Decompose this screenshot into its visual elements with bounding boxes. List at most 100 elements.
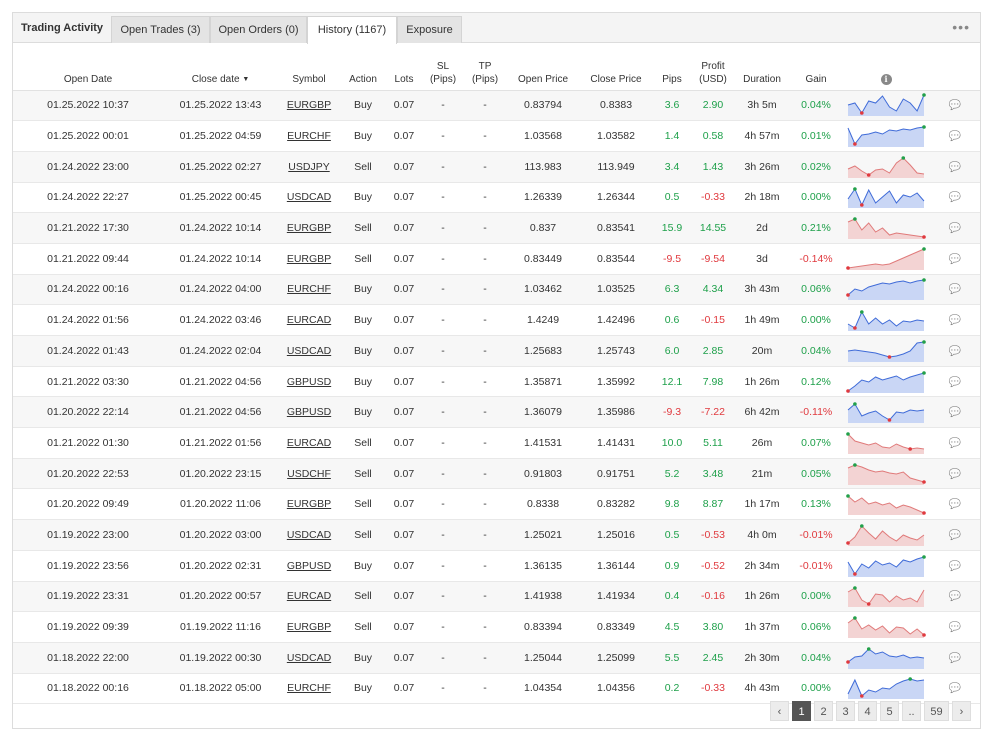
symbol-link-text[interactable]: USDCAD [287,191,331,203]
table-row[interactable]: 01.24.2022 23:00 01.25.2022 02:27 USDJPY Se… [13,151,980,183]
symbol-link[interactable]: EURCAD [278,304,340,336]
table-row[interactable]: 01.21.2022 03:30 01.21.2022 04:56 GBPUSD Bu… [13,366,980,398]
comment-icon[interactable]: 💬 [949,438,961,449]
pagination-page-2[interactable]: 2 [814,701,833,721]
symbol-link[interactable]: GBPUSD [278,550,340,582]
symbol-link-text[interactable]: USDCAD [287,529,331,541]
table-row[interactable]: 01.18.2022 00:16 01.18.2022 05:00 EURCHF Bu… [13,673,980,705]
symbol-link[interactable]: EURCHF [278,274,340,306]
symbol-link[interactable]: USDJPY [278,151,340,183]
table-row[interactable]: 01.19.2022 23:31 01.20.2022 00:57 EURCAD Se… [13,581,980,613]
table-row[interactable]: 01.25.2022 00:01 01.25.2022 04:59 EURCHF Bu… [13,120,980,152]
tab-history[interactable]: History (1167) [307,16,397,44]
comment-icon[interactable]: 💬 [949,653,961,664]
tab-open-trades[interactable]: Open Trades (3) [111,16,210,43]
comment-icon[interactable]: 💬 [949,131,961,142]
comment-icon[interactable]: 💬 [949,469,961,480]
table-row[interactable]: 01.19.2022 23:56 01.20.2022 02:31 GBPUSD Bu… [13,550,980,582]
symbol-link[interactable]: EURCAD [278,427,340,459]
comment-icon[interactable]: 💬 [949,561,961,572]
symbol-link-text[interactable]: EURCHF [287,283,331,295]
comment-icon[interactable]: 💬 [949,315,961,326]
symbol-link[interactable]: USDCHF [278,458,340,490]
table-row[interactable]: 01.21.2022 17:30 01.24.2022 10:14 EURGBP Se… [13,212,980,244]
col-close-date[interactable]: Close date ▼ [163,44,278,91]
symbol-link-text[interactable]: EURCHF [287,130,331,142]
table-row[interactable]: 01.24.2022 00:16 01.24.2022 04:00 EURCHF Bu… [13,274,980,306]
symbol-link[interactable]: EURGBP [278,243,340,275]
col-profit[interactable]: Profit (USD) [692,44,734,91]
pagination-page-3[interactable]: 3 [836,701,855,721]
table-row[interactable]: 01.25.2022 10:37 01.25.2022 13:43 EURGBP Bu… [13,90,980,122]
symbol-link-text[interactable]: USDCAD [287,345,331,357]
symbol-link[interactable]: EURGBP [278,488,340,521]
symbol-link[interactable]: EURCHF [278,673,340,705]
symbol-link-text[interactable]: EURGBP [287,498,331,510]
symbol-link-text[interactable]: EURCHF [287,682,331,694]
comment-icon[interactable]: 💬 [949,162,961,173]
comment-icon[interactable]: 💬 [949,223,961,234]
comment-icon[interactable]: 💬 [949,346,961,357]
symbol-link[interactable]: EURCHF [278,120,340,152]
symbol-link-text[interactable]: GBPUSD [287,560,331,572]
col-lots[interactable]: Lots [386,44,422,91]
pagination-next-button[interactable]: › [952,701,971,721]
comment-icon[interactable]: 💬 [949,192,961,203]
symbol-link-text[interactable]: USDCHF [287,468,331,480]
table-row[interactable]: 01.20.2022 22:14 01.21.2022 04:56 GBPUSD Bu… [13,396,980,429]
pagination-prev-button[interactable]: ‹ [770,701,789,721]
col-sl[interactable]: SL (Pips) [422,44,464,91]
col-open-date[interactable]: Open Date [13,44,163,91]
symbol-link-text[interactable]: EURCAD [287,437,331,449]
info-icon[interactable]: i [880,73,892,85]
comment-icon[interactable]: 💬 [949,591,961,602]
pagination-page-last[interactable]: 59 [924,701,949,721]
symbol-link-text[interactable]: EURCAD [287,590,331,602]
table-row[interactable]: 01.19.2022 09:39 01.19.2022 11:16 EURGBP Se… [13,611,980,643]
symbol-link[interactable]: GBPUSD [278,396,340,429]
comment-icon[interactable]: 💬 [949,254,961,265]
table-row[interactable]: 01.20.2022 22:53 01.20.2022 23:15 USDCHF Se… [13,458,980,490]
symbol-link[interactable]: USDCAD [278,519,340,551]
symbol-link-text[interactable]: GBPUSD [287,376,331,388]
more-menu-icon[interactable]: ••• [952,19,970,35]
col-open-price[interactable]: Open Price [506,44,580,91]
comment-icon[interactable]: 💬 [949,499,961,510]
comment-icon[interactable]: 💬 [949,100,961,111]
col-pips[interactable]: Pips [652,44,692,91]
symbol-link-text[interactable]: GBPUSD [287,406,331,418]
comment-icon[interactable]: 💬 [949,622,961,633]
table-row[interactable]: 01.19.2022 23:00 01.20.2022 03:00 USDCAD Se… [13,519,980,551]
symbol-link[interactable]: EURGBP [278,212,340,244]
col-close-price[interactable]: Close Price [580,44,652,91]
col-symbol[interactable]: Symbol [278,44,340,91]
table-row[interactable]: 01.24.2022 22:27 01.25.2022 00:45 USDCAD Bu… [13,182,980,214]
symbol-link[interactable]: EURGBP [278,611,340,643]
table-row[interactable]: 01.21.2022 09:44 01.24.2022 10:14 EURGBP Se… [13,243,980,275]
symbol-link-text[interactable]: USDJPY [288,161,329,173]
comment-icon[interactable]: 💬 [949,683,961,694]
symbol-link[interactable]: USDCAD [278,642,340,674]
comment-icon[interactable]: 💬 [949,407,961,418]
col-duration[interactable]: Duration [734,44,790,91]
table-row[interactable]: 01.21.2022 01:30 01.21.2022 01:56 EURCAD Se… [13,427,980,459]
symbol-link[interactable]: EURGBP [278,90,340,122]
symbol-link[interactable]: EURCAD [278,581,340,613]
symbol-link-text[interactable]: EURGBP [287,253,331,265]
symbol-link[interactable]: USDCAD [278,182,340,214]
tab-open-orders[interactable]: Open Orders (0) [210,16,307,43]
symbol-link-text[interactable]: USDCAD [287,652,331,664]
table-row[interactable]: 01.24.2022 01:56 01.24.2022 03:46 EURCAD Bu… [13,304,980,336]
comment-icon[interactable]: 💬 [949,284,961,295]
col-gain[interactable]: Gain [790,44,842,91]
tab-exposure[interactable]: Exposure [397,16,462,43]
symbol-link-text[interactable]: EURCAD [287,314,331,326]
table-row[interactable]: 01.20.2022 09:49 01.20.2022 11:06 EURGBP Se… [13,488,980,521]
symbol-link-text[interactable]: EURGBP [287,621,331,633]
col-tp[interactable]: TP (Pips) [464,44,506,91]
symbol-link[interactable]: GBPUSD [278,366,340,398]
pagination-page-1[interactable]: 1 [792,701,811,721]
table-row[interactable]: 01.24.2022 01:43 01.24.2022 02:04 USDCAD Bu… [13,335,980,367]
table-row[interactable]: 01.18.2022 22:00 01.19.2022 00:30 USDCAD Bu… [13,642,980,674]
symbol-link[interactable]: USDCAD [278,335,340,367]
